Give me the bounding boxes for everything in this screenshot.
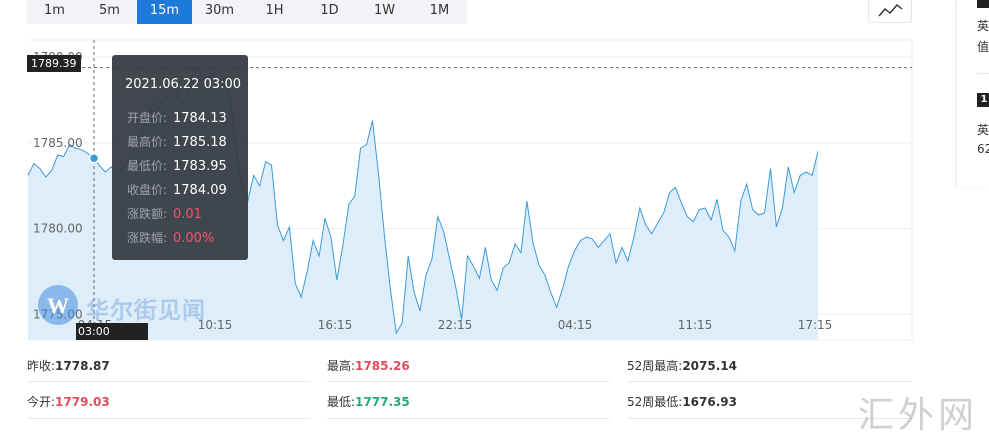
tooltip-row-change: 涨跌额: 0.01 (127, 207, 202, 222)
divider (327, 381, 610, 382)
right-panel-text[interactable]: 英 (977, 17, 989, 34)
stat-52w-low: 52周最低:1676.93 (627, 395, 737, 409)
tooltip-row-low: 最低价: 1783.95 (127, 159, 227, 174)
right-panel-text: 62 (977, 142, 989, 156)
x-tick-label: 16:15 (318, 318, 353, 332)
right-panel-text[interactable]: 英 (977, 121, 989, 138)
right-panel-text: 值 (977, 40, 989, 54)
x-tick-label: 22:15 (438, 318, 473, 332)
divider (327, 418, 610, 419)
line-chart-icon (878, 4, 903, 17)
crosshair-price-label: 1789.39 (27, 55, 81, 72)
y-tick-label: 1785.00 (33, 136, 83, 150)
divider (627, 381, 912, 382)
site-watermark: 汇外网 (858, 395, 979, 436)
x-tick-label: 04:15 (558, 318, 593, 332)
brand-logo-icon: W (38, 285, 78, 325)
tab-30m[interactable]: 30m (192, 0, 247, 24)
tab-1d[interactable]: 1D (302, 0, 357, 24)
tooltip-row-change-pct: 涨跌幅: 0.00% (127, 231, 215, 246)
rank-badge (977, 0, 989, 8)
divider (977, 73, 989, 74)
stat-prev-close: 昨收:1778.87 (27, 359, 110, 373)
tooltip-row-high: 最高价: 1785.18 (127, 135, 227, 150)
divider (27, 381, 310, 382)
crosshair-time-label: 03:00 (76, 323, 148, 340)
x-tick-label: 11:15 (678, 318, 713, 332)
timeframe-tabs: 1m 5m 15m 30m 1H 1D 1W 1M (27, 0, 467, 24)
chart-type-button[interactable] (868, 0, 912, 23)
divider (27, 418, 310, 419)
tab-1h[interactable]: 1H (247, 0, 302, 24)
tooltip-date: 2021.06.22 03:00 (125, 77, 242, 92)
stat-high: 最高:1785.26 (327, 359, 410, 373)
tab-1mo[interactable]: 1M (412, 0, 467, 24)
brand-watermark: 华尔街见闻 (86, 297, 206, 324)
hover-point (88, 153, 100, 164)
brand-logo: W (37, 284, 79, 330)
tab-5m[interactable]: 5m (82, 0, 137, 24)
ohlc-tooltip: 2021.06.22 03:00 开盘价: 1784.13 最高价: 1785.18… (112, 55, 248, 260)
svg-text:W: W (47, 293, 69, 318)
x-tick-label: 17:15 (798, 318, 833, 332)
stat-open: 今开:1779.03 (27, 395, 110, 409)
right-panel: 英 值 1 英 62 (956, 0, 989, 187)
tab-1m[interactable]: 1m (27, 0, 82, 24)
tab-1w[interactable]: 1W (357, 0, 412, 24)
y-tick-label: 1780.00 (33, 222, 83, 236)
rank-badge: 1 (977, 93, 989, 107)
stat-low: 最低:1777.35 (327, 395, 410, 409)
stat-52w-high: 52周最高:2075.14 (627, 359, 737, 373)
tooltip-row-open: 开盘价: 1784.13 (127, 111, 227, 126)
tooltip-row-close: 收盘价: 1784.09 (127, 183, 227, 198)
tab-15m[interactable]: 15m (137, 0, 192, 24)
